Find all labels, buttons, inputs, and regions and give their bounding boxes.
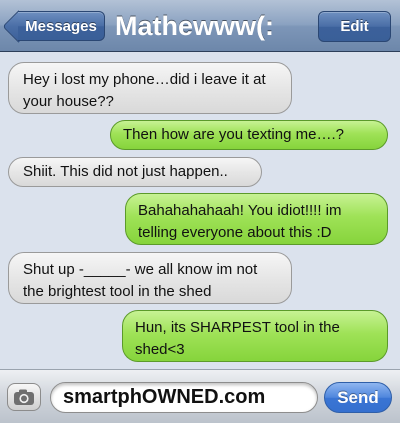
incoming-message-bubble: Hey i lost my phone…did i leave it at yo… [8,62,292,114]
camera-icon [14,389,34,405]
edit-button[interactable]: Edit [318,11,391,42]
send-button[interactable]: Send [324,382,392,413]
outgoing-message-bubble: Hun, its SHARPEST tool in the shed<3 [122,310,388,362]
navigation-bar: Messages Mathewww(: Edit [0,0,400,52]
message-input-field[interactable]: smartphOWNED.com [50,382,318,413]
compose-bar: smartphOWNED.com Send [0,369,400,423]
incoming-message-bubble: Shut up -_____- we all know im not the b… [8,252,292,304]
incoming-message-bubble: Shiit. This did not just happen.. [8,157,262,187]
outgoing-message-bubble: Bahahahahaah! You idiot!!!! im telling e… [125,193,388,245]
conversation-title: Mathewww(: [115,11,274,41]
back-button-label: Messages [25,17,97,35]
message-thread[interactable]: Hey i lost my phone…did i leave it at yo… [0,53,400,365]
messages-back-button[interactable]: Messages [18,11,105,41]
camera-button[interactable] [7,383,41,411]
outgoing-message-bubble: Then how are you texting me….? [110,120,388,150]
